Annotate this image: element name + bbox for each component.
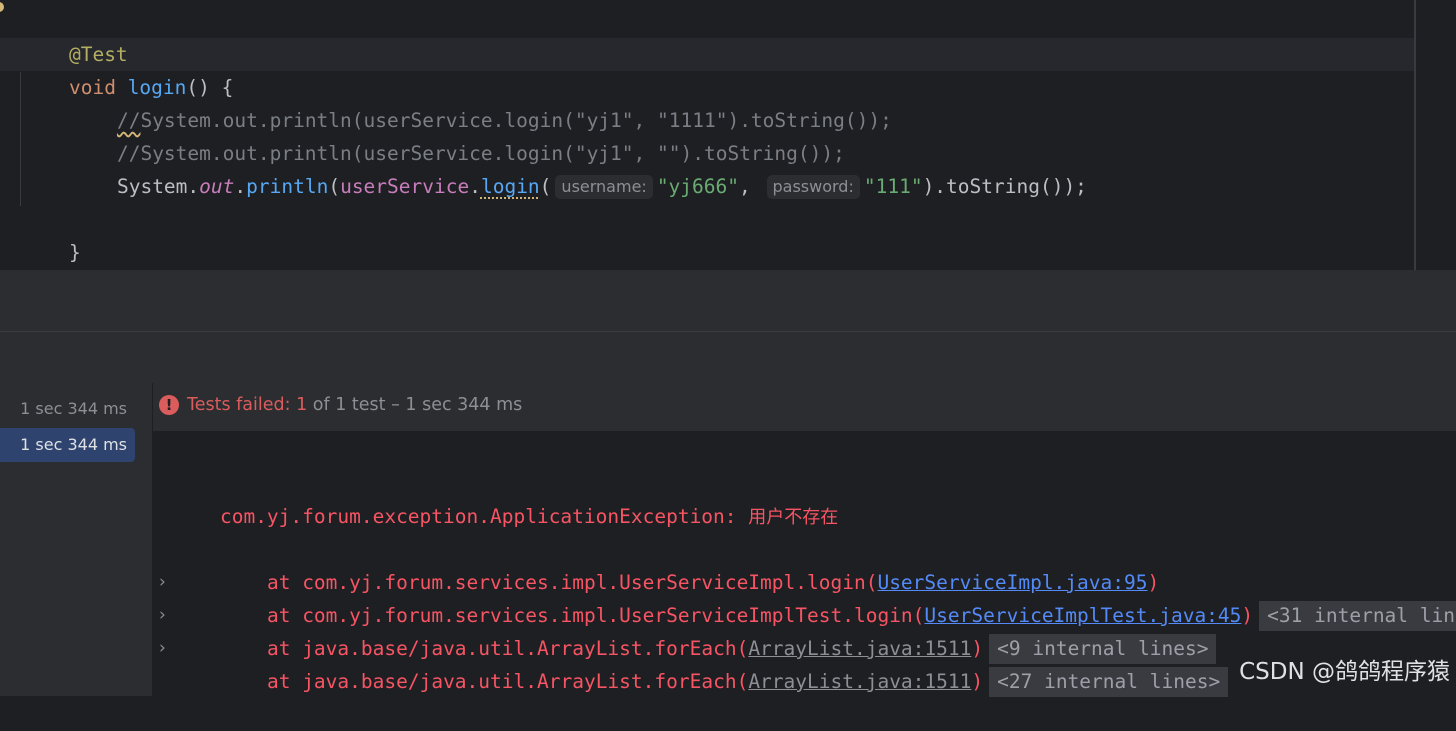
source-link[interactable]: ArrayList.java:1511 — [748, 670, 971, 693]
chevron-right-icon[interactable]: › — [159, 599, 166, 632]
println-method: println — [246, 175, 329, 198]
indent-guide — [20, 72, 21, 206]
chevron-right-icon[interactable]: › — [159, 632, 166, 665]
watermark: CSDN @鸽鸽程序猿 — [1239, 659, 1450, 685]
arg-username: "yj666" — [656, 175, 739, 198]
code-line-closing-brace[interactable]: } — [22, 203, 81, 264]
code-line-comment-2[interactable]: //System.out.println(userService.login("… — [70, 104, 845, 165]
dot-2: . — [469, 175, 481, 198]
intention-bulb-icon[interactable] — [0, 2, 4, 12]
arg-password: "111" — [863, 175, 923, 198]
error-icon: ! — [159, 395, 179, 415]
chevron-right-icon[interactable]: › — [159, 566, 166, 599]
arg-comma: , — [739, 175, 751, 198]
code-editor[interactable]: @Test void login() { //System.out.printl… — [0, 0, 1456, 270]
login-method-call[interactable]: login — [481, 175, 540, 198]
test-status-bar: ! Tests failed: 1 of 1 test – 1 sec 344 … — [153, 383, 1456, 431]
open-paren: ( — [328, 175, 341, 198]
test-tree-item-root[interactable]: 1 sec 344 ms — [0, 392, 135, 426]
code-line-method-decl[interactable]: void login() { — [22, 38, 233, 99]
test-tree-panel: 1 sec 344 ms 1 sec 344 ms — [0, 383, 152, 696]
run-toolbar — [0, 332, 1456, 383]
folded-internal-lines[interactable]: <31 internal lines> — [1259, 601, 1456, 631]
trace-frame-text: at java.base/java.util.ArrayList.forEach… — [266, 670, 749, 693]
dot: . — [234, 175, 247, 198]
test-tree-item-login[interactable]: 1 sec 344 ms — [0, 428, 135, 462]
user-service-field: userService — [340, 175, 470, 198]
folded-internal-lines[interactable]: <27 internal lines> — [989, 667, 1229, 697]
system-class: System. — [116, 175, 200, 198]
stack-trace-line: at java.base/java.util.ArrayList.forEach… — [220, 599, 1217, 664]
code-line-println-call[interactable]: System.out.println(userService.login(use… — [70, 137, 1087, 199]
out-field: out — [199, 175, 235, 198]
call-tail: ).toString()); — [922, 175, 1087, 198]
stack-trace-line: at com.yj.forum.services.impl.UserServic… — [220, 566, 1456, 631]
test-status-text: Tests failed: 1 of 1 test – 1 sec 344 ms — [187, 383, 522, 427]
exception-class: com.yj.forum.exception.ApplicationExcept… — [219, 505, 749, 528]
trace-paren: ) — [1241, 604, 1254, 627]
open-paren-2: ( — [539, 175, 552, 198]
exception-line: com.yj.forum.exception.ApplicationExcept… — [173, 467, 838, 528]
param-hint-password: password: — [766, 175, 860, 199]
closing-brace: } — [68, 241, 81, 264]
param-hint-username: username: — [555, 175, 653, 199]
stack-trace-line: at java.base/java.util.ArrayList.forEach… — [220, 632, 1229, 697]
tests-failed-label: Tests failed: 1 — [187, 395, 308, 415]
tests-failed-detail: of 1 test – 1 sec 344 ms — [307, 395, 523, 415]
right-margin-guide — [1414, 0, 1416, 270]
trace-paren: ) — [971, 670, 984, 693]
test-console[interactable]: ! Tests failed: 1 of 1 test – 1 sec 344 … — [153, 383, 1456, 697]
panel-divider-area — [0, 270, 1456, 332]
code-line-annotation[interactable]: @Test — [22, 5, 128, 66]
stack-trace-line: at com.yj.forum.services.impl.UserServic… — [220, 533, 1159, 594]
code-line-comment-1[interactable]: //System.out.println(userService.login("… — [70, 71, 892, 132]
exception-message: 用户不存在 — [748, 507, 839, 528]
